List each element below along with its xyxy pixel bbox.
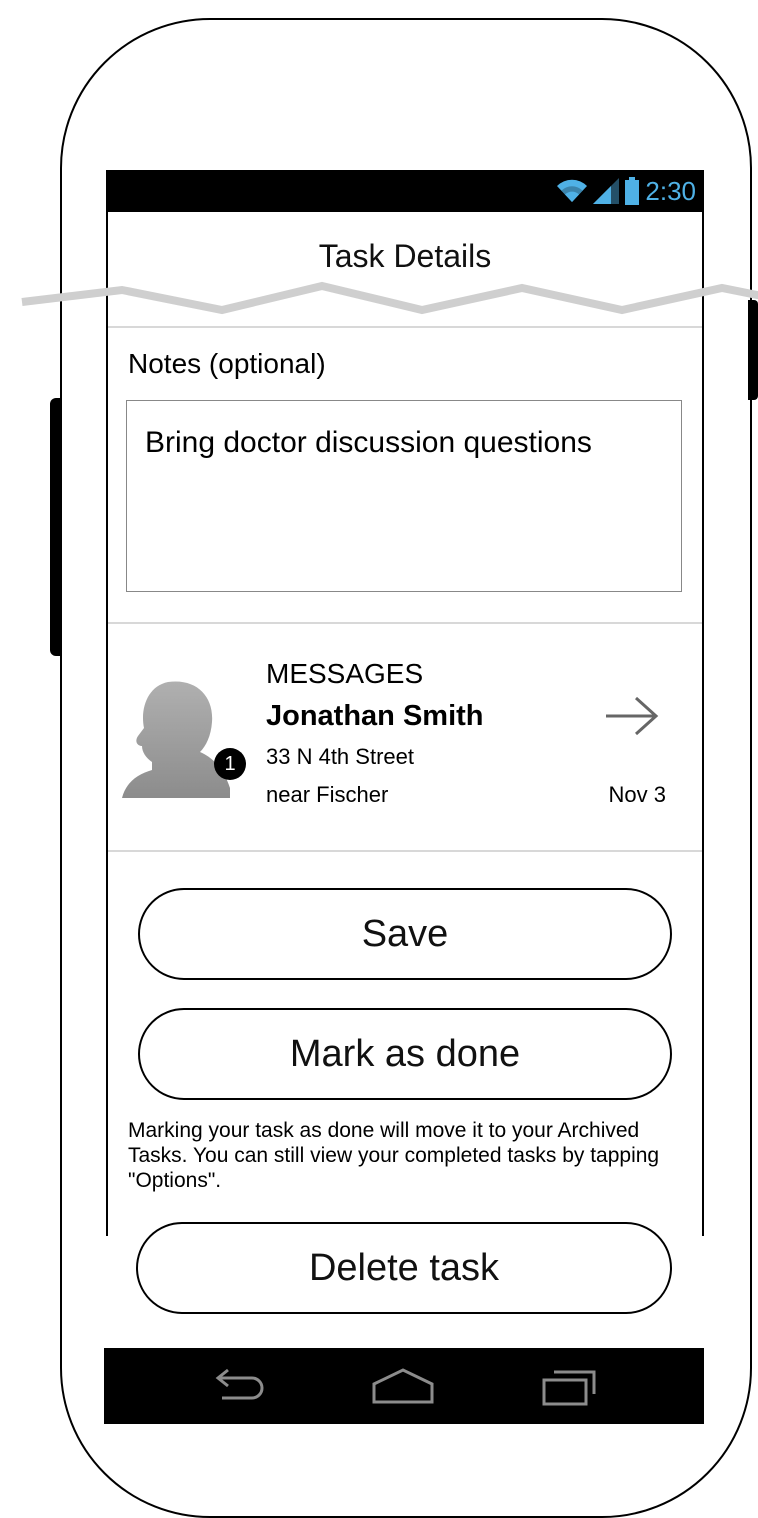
battery-icon: [625, 177, 640, 205]
back-icon[interactable]: [206, 1366, 266, 1406]
address-line2: near Fischer: [266, 782, 389, 807]
app-screen: 2:30 Task Details Notes (optional) Bring…: [21, 170, 758, 1236]
section-divider: [108, 326, 702, 328]
message-card[interactable]: 1 MESSAGES Jonathan Smith 33 N 4th Stree…: [108, 624, 702, 850]
avatar: [122, 681, 230, 798]
signal-icon: [593, 178, 620, 204]
mark-done-info-text: Marking your task as done will move it t…: [128, 1119, 660, 1192]
delete-task-button[interactable]: Delete task: [136, 1222, 672, 1314]
status-icons: 2:30: [557, 176, 696, 206]
tear-line-divider: [21, 281, 758, 315]
save-button[interactable]: Save: [138, 888, 672, 980]
status-time: 2:30: [645, 176, 696, 206]
mark-as-done-button[interactable]: Mark as done: [138, 1008, 672, 1100]
wifi-icon: [557, 179, 588, 202]
arrow-right-icon[interactable]: [604, 694, 660, 738]
address-line1: 33 N 4th Street: [266, 744, 414, 769]
recent-apps-icon[interactable]: [540, 1366, 600, 1406]
phone-volume-button: [50, 398, 62, 656]
message-category: MESSAGES: [266, 658, 424, 689]
section-divider: [108, 850, 702, 852]
page-title: Task Details: [318, 238, 492, 274]
navigation-bar: [104, 1348, 704, 1424]
contact-name: Jonathan Smith: [266, 700, 484, 732]
message-date: Nov 3: [608, 782, 666, 807]
home-icon[interactable]: [370, 1366, 436, 1406]
unread-badge: 1: [214, 748, 246, 780]
status-bar: 2:30: [106, 170, 704, 212]
notes-label: Notes (optional): [128, 348, 326, 379]
notes-textarea[interactable]: Bring doctor discussion questions: [126, 400, 682, 592]
